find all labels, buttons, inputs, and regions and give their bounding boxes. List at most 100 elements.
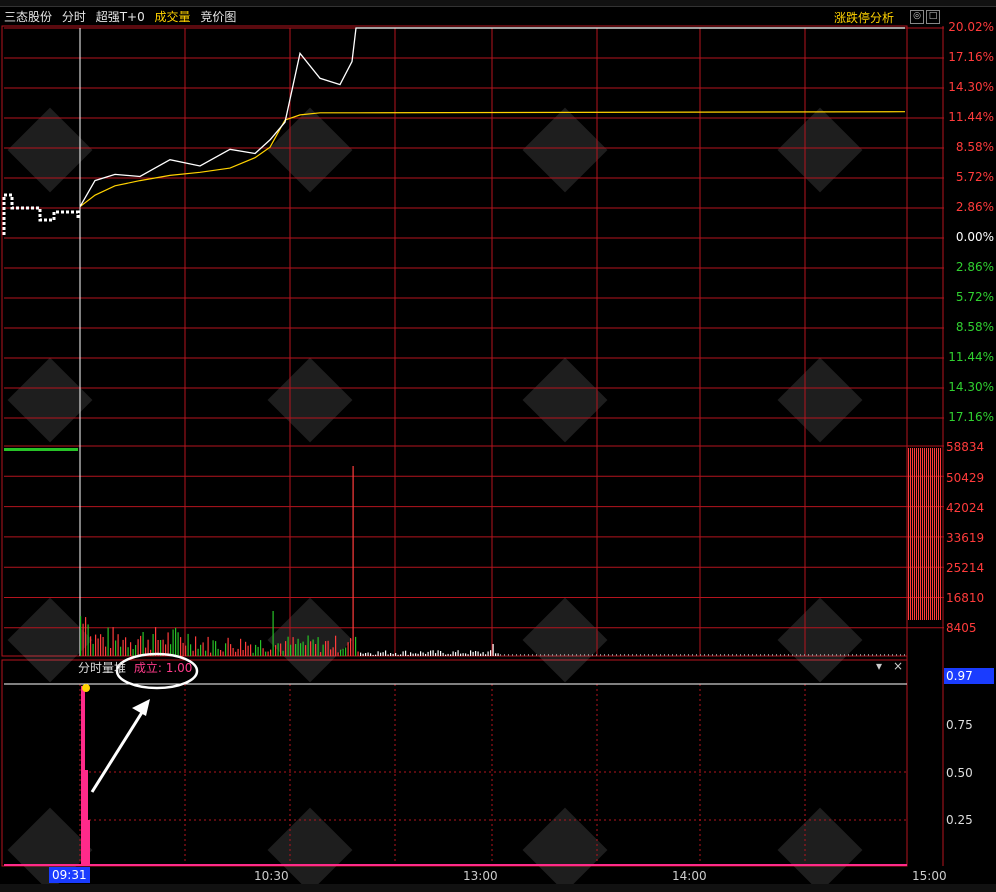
volume-bar: [784, 654, 785, 656]
volume-bar: [462, 653, 464, 656]
volume-bar: [485, 654, 487, 656]
volume-bar: [280, 643, 282, 656]
volume-bar: [230, 644, 232, 656]
indicator-name[interactable]: 分时量堆: [78, 661, 126, 675]
volume-bar: [202, 642, 204, 656]
volume-bar: [495, 653, 497, 656]
indicator-dropdown-icon[interactable]: ▾: [876, 659, 882, 673]
axis-label: 33619: [946, 531, 985, 545]
volume-bar: [668, 654, 669, 656]
volume-bar: [620, 654, 621, 656]
time-label: 14:00: [672, 869, 707, 883]
volume-bar: [275, 645, 277, 656]
volume-bar: [200, 644, 202, 656]
volume-bar: [572, 654, 573, 656]
volume-bar: [435, 653, 437, 656]
auction-volume-bar: [932, 448, 933, 620]
volume-bar: [528, 654, 529, 656]
volume-bar: [90, 636, 92, 656]
volume-bar: [420, 651, 422, 656]
volume-bar: [137, 639, 139, 656]
volume-bar: [80, 616, 82, 656]
volume-bar: [175, 627, 177, 656]
volume-bar: [180, 637, 182, 656]
auction-volume-bar: [908, 448, 909, 620]
volume-bar: [182, 642, 184, 656]
volume-bar: [816, 654, 817, 656]
volume-bar: [192, 650, 194, 656]
volume-bar: [350, 638, 352, 656]
volume-bar: [110, 648, 112, 656]
volume-bar: [300, 643, 302, 656]
auction-volume-bar: [928, 448, 929, 620]
volume-bar: [97, 638, 99, 656]
volume-bar: [692, 654, 693, 656]
volume-bar: [235, 651, 237, 656]
auction-volume-bar: [918, 448, 919, 620]
volume-bar: [295, 644, 297, 656]
volume-bar: [640, 654, 641, 656]
volume-bar: [172, 629, 174, 656]
volume-bar: [282, 650, 284, 656]
volume-bar: [455, 652, 457, 656]
volume-bar: [888, 654, 889, 656]
volume-bar: [245, 641, 247, 656]
volume-bar: [252, 652, 254, 656]
axis-label: 42024: [946, 501, 985, 515]
volume-bar: [390, 653, 392, 656]
volume-bar: [812, 654, 813, 656]
watermark: [7, 107, 863, 892]
volume-bar: [644, 654, 645, 656]
indicator-marker: [82, 684, 90, 692]
volume-bar: [592, 654, 593, 656]
volume-bar: [277, 643, 279, 656]
volume-bar: [357, 651, 359, 656]
auction-volume-bar: [934, 448, 935, 620]
volume-bar: [696, 654, 697, 656]
indicator-close-icon[interactable]: ×: [893, 659, 903, 673]
volume-bar: [262, 648, 264, 656]
volume-bar: [215, 641, 217, 656]
volume-bar: [480, 653, 482, 656]
indicator-bar-2: [85, 770, 88, 866]
volume-bar: [760, 654, 761, 656]
volume-bar: [427, 651, 429, 656]
volume-bar: [82, 623, 84, 656]
volume-bar: [504, 654, 505, 656]
axis-label: 2.86%: [955, 260, 994, 274]
volume-bar: [824, 654, 825, 656]
volume-bar: [195, 636, 197, 656]
volume-bar: [672, 654, 673, 656]
volume-bar: [752, 654, 753, 656]
volume-bar: [415, 653, 417, 656]
volume-bar: [305, 645, 307, 656]
volume-bar: [102, 637, 104, 656]
volume-bar: [516, 654, 517, 656]
volume-bar: [748, 654, 749, 656]
volume-bar: [524, 654, 525, 656]
volume-bar: [242, 650, 244, 656]
volume-bar: [430, 650, 432, 656]
volume-bar: [377, 651, 379, 656]
volume-bar: [107, 627, 109, 656]
volume-bar: [432, 650, 434, 656]
auction-volume-bar: [938, 448, 939, 620]
axis-label: 17.16%: [948, 50, 994, 64]
axis-label: 11.44%: [948, 110, 994, 124]
volume-bar: [475, 651, 477, 656]
volume-bar: [800, 654, 801, 656]
volume-bar: [187, 633, 189, 656]
volume-bar: [345, 647, 347, 656]
indicator-bar-3: [88, 820, 90, 866]
volume-bar: [660, 654, 661, 656]
volume-bar: [457, 650, 459, 656]
volume-bar: [520, 654, 521, 656]
volume-bar: [904, 654, 905, 656]
volume-bar: [508, 654, 509, 656]
volume-bar: [372, 654, 374, 656]
axis-label: 2.86%: [955, 200, 994, 214]
volume-bar: [120, 646, 122, 656]
volume-bar: [312, 639, 314, 656]
volume-bar: [370, 653, 372, 656]
volume-bar: [477, 651, 479, 656]
